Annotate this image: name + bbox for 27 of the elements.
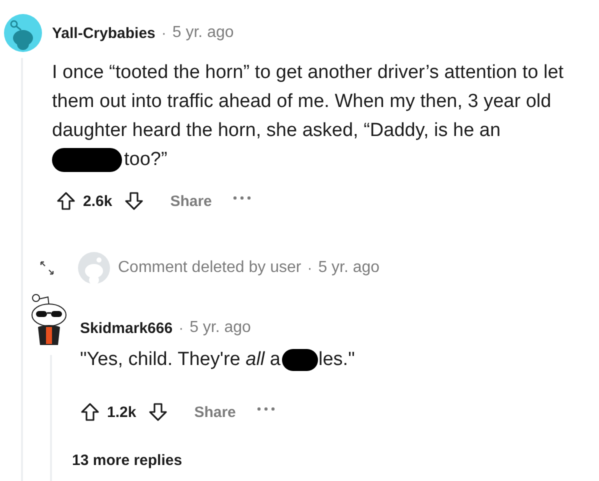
more-options-icon[interactable] bbox=[256, 406, 276, 412]
deleted-comment-text: Comment deleted by user bbox=[118, 259, 302, 277]
vote-count: 2.6k bbox=[83, 192, 112, 210]
share-button[interactable]: Share bbox=[170, 192, 212, 210]
timestamp: 5 yr. ago bbox=[172, 24, 234, 42]
separator-dot: · bbox=[161, 24, 166, 42]
avatar-icon bbox=[78, 252, 110, 284]
redaction-mark bbox=[282, 348, 318, 370]
username[interactable]: Skidmark666 bbox=[80, 320, 173, 337]
comment-text: "Yes, child. They're all a bbox=[80, 348, 281, 372]
timestamp: 5 yr. ago bbox=[318, 259, 380, 277]
share-button[interactable]: Share bbox=[194, 404, 236, 420]
separator-dot: · bbox=[178, 320, 184, 337]
timestamp: 5 yr. ago bbox=[190, 319, 251, 337]
comment-text: too?” bbox=[124, 148, 168, 172]
username[interactable]: Yall-Crybabies bbox=[52, 24, 156, 42]
comment-text: les." bbox=[318, 348, 355, 372]
redaction-mark bbox=[52, 148, 122, 172]
downvote-icon[interactable] bbox=[124, 191, 144, 211]
more-options-icon[interactable] bbox=[232, 195, 252, 201]
downvote-icon[interactable] bbox=[148, 402, 168, 422]
more-replies-link[interactable]: 13 more replies bbox=[72, 452, 182, 469]
vote-count: 1.2k bbox=[107, 404, 136, 420]
expand-icon[interactable] bbox=[40, 261, 54, 275]
separator-dot: · bbox=[307, 260, 312, 276]
upvote-icon[interactable] bbox=[56, 191, 76, 211]
upvote-icon[interactable] bbox=[80, 402, 100, 422]
